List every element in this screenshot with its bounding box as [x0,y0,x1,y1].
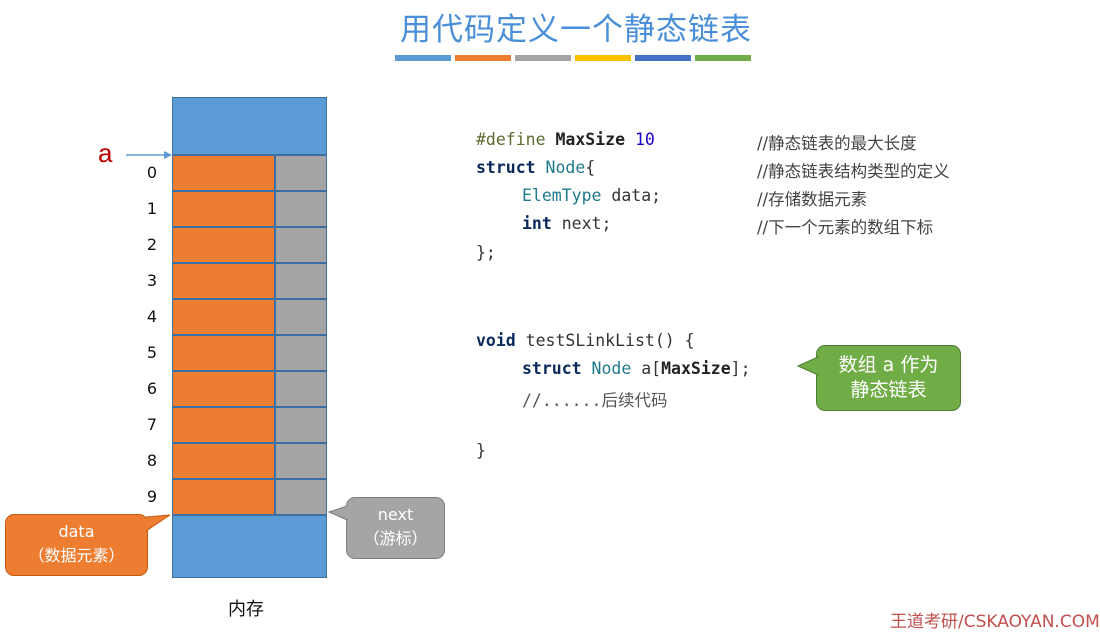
array-row [172,371,327,407]
array-row [172,335,327,371]
next-cell [275,227,327,263]
data-callout: data （数据元素） [5,514,148,576]
code-data-field: data; [601,186,662,205]
data-callout-tail [146,514,171,532]
data-cell [172,479,275,515]
color-bar [455,55,511,61]
code-func-signature: testSLinkList() { [515,331,695,350]
array-row [172,407,327,443]
code-struct-keyword: struct [476,158,536,177]
array-callout-line1: 数组 a 作为 [838,354,939,376]
code-define-name: MaxSize [555,130,626,149]
code-decl-max: MaxSize [661,359,731,378]
color-bar [515,55,571,61]
watermark: 王道考研/CSKAOYAN.COM [890,612,1100,632]
next-callout: next （游标） [346,497,445,559]
data-cell [172,335,275,371]
color-bar [695,55,751,61]
array-row [172,155,327,191]
data-callout-line1: data [58,522,95,541]
array-index-label: 3 [146,271,158,290]
next-cell [275,299,327,335]
data-cell [172,263,275,299]
code-follow-comment: //......后续代码 [522,391,668,410]
array-index-label: 5 [146,343,158,362]
next-cell [275,155,327,191]
array-callout-line2: 静态链表 [850,379,927,401]
array-index-label: 0 [146,163,158,182]
data-cell [172,407,275,443]
next-cell [275,407,327,443]
memory-label: 内存 [228,599,264,620]
code-struct-open: { [585,158,596,177]
pointer-arrow [126,151,172,159]
code-define-keyword: #define [476,130,546,149]
code-struct-close: }; [476,243,496,262]
array-index-label: 7 [146,415,158,434]
array-row [172,299,327,335]
array-row [172,191,327,227]
array-callout-tail [797,356,819,376]
code-int-keyword: int [522,214,552,233]
title-underline-bars [395,55,751,61]
memory-block-top [172,97,327,155]
array-row [172,443,327,479]
data-cell [172,227,275,263]
array-index-label: 2 [146,235,158,254]
array-row [172,263,327,299]
memory-block-bottom [172,515,327,578]
next-cell [275,263,327,299]
data-callout-line2: （数据元素） [28,546,125,565]
code-elemtype: ElemType [522,186,602,205]
code-decl-struct: struct [522,359,582,378]
data-cell [172,371,275,407]
code-void-keyword: void [476,331,516,350]
code-define-value: 10 [634,130,655,149]
array-row [172,227,327,263]
code-define-line: #define MaxSize 10 [476,130,655,149]
comment-next: //下一个元素的数组下标 [757,218,934,237]
data-cell [172,443,275,479]
array-index-label: 8 [146,451,158,470]
page-title: 用代码定义一个静态链表 [400,12,752,48]
comment-struct: //静态链表结构类型的定义 [757,162,950,181]
code-struct-name: Node [545,158,586,177]
code-decl-node: Node [591,359,632,378]
data-cell [172,155,275,191]
color-bar [575,55,631,61]
color-bar [395,55,451,61]
data-cell [172,299,275,335]
code-func-line: void testSLinkList() { [476,331,695,350]
color-bar [635,55,691,61]
next-cell [275,479,327,515]
next-cell [275,191,327,227]
pointer-label-a: a [98,138,113,168]
next-callout-tail [328,505,348,521]
next-cell [275,443,327,479]
code-next-line: int next; [522,214,611,233]
array-index-label: 4 [146,307,158,326]
code-func-close: } [476,441,486,460]
code-next-field: next; [551,214,612,233]
next-callout-line2: （游标） [363,529,428,548]
comment-maxsize: //静态链表的最大长度 [757,134,917,153]
array-row [172,479,327,515]
code-decl-line: struct Node a[MaxSize]; [522,359,751,378]
array-index-label: 6 [146,379,158,398]
next-cell [275,371,327,407]
code-decl-end: ]; [730,359,751,378]
comment-data: //存储数据元素 [757,190,868,209]
array-index-label: 1 [146,199,158,218]
next-cell [275,335,327,371]
code-struct-line: struct Node{ [476,158,595,177]
code-decl-a: a[ [631,359,662,378]
array-callout: 数组 a 作为 静态链表 [816,345,961,411]
next-callout-line1: next [377,505,414,524]
code-data-line: ElemType data; [522,186,661,205]
array-index-label: 9 [146,487,158,506]
data-cell [172,191,275,227]
